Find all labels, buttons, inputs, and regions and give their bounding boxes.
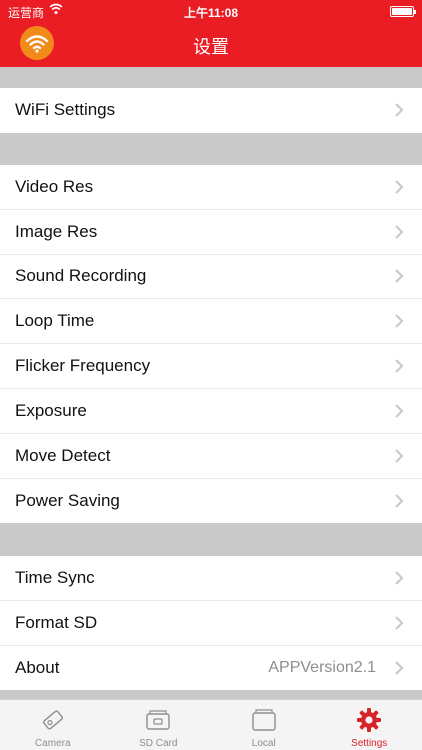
- chevron-right-icon: [395, 103, 404, 118]
- tab-camera[interactable]: Camera: [0, 700, 106, 750]
- chevron-right-icon: [395, 224, 404, 239]
- settings-row-loop-time[interactable]: Loop Time: [0, 299, 422, 345]
- app-version-value: APPVersion2.1: [268, 658, 376, 676]
- settings-row-time-sync[interactable]: Time Sync: [0, 556, 422, 601]
- settings-row-power-saving[interactable]: Power Saving: [0, 479, 422, 524]
- row-label: Time Sync: [15, 567, 95, 587]
- wifi-settings-group: WiFi Settings: [0, 88, 422, 133]
- chevron-right-icon: [395, 269, 404, 284]
- row-label: Move Detect: [15, 445, 111, 465]
- row-label: Sound Recording: [15, 266, 147, 286]
- chevron-right-icon: [395, 448, 404, 463]
- row-label: Loop Time: [15, 311, 95, 331]
- chevron-right-icon: [395, 359, 404, 373]
- settings-row-sound-recording[interactable]: Sound Recording: [0, 255, 422, 300]
- section-spacer: [0, 67, 422, 88]
- page-title: 设置: [193, 37, 229, 57]
- status-bar: 运营商 上午11:08: [0, 0, 422, 22]
- section-spacer: [0, 524, 422, 556]
- sd-card-icon: [143, 707, 173, 733]
- tab-label: SD Card: [139, 738, 178, 749]
- local-folder-icon: [249, 707, 279, 733]
- row-label: WiFi Settings: [15, 100, 116, 120]
- row-label: Image Res: [15, 221, 98, 241]
- settings-row-video-res[interactable]: Video Res: [0, 165, 422, 210]
- chevron-right-icon: [395, 615, 404, 630]
- tab-label: Local: [251, 738, 276, 749]
- settings-row-exposure[interactable]: Exposure: [0, 389, 422, 434]
- tab-bar: Camera SD Card Local Settings: [0, 699, 422, 750]
- tab-local[interactable]: Local: [211, 700, 317, 750]
- system-settings-group: Time Sync Format SD About APPVersion2.1: [0, 556, 422, 691]
- status-time: 上午11:08: [183, 6, 239, 20]
- header: 运营商 上午11:08 设置: [0, 0, 422, 67]
- chevron-right-icon: [395, 404, 404, 418]
- row-label: Flicker Frequency: [15, 356, 151, 376]
- row-label: Video Res: [15, 176, 94, 196]
- section-spacer: [0, 133, 422, 165]
- camera-settings-group: Video Res Image Res Sound Recording Loop…: [0, 165, 422, 524]
- chevron-right-icon: [395, 314, 404, 328]
- tab-label: Camera: [34, 738, 71, 749]
- tab-sd-card[interactable]: SD Card: [106, 700, 212, 750]
- battery-icon: [390, 6, 416, 17]
- tab-label: Settings: [351, 738, 388, 749]
- gear-icon: [354, 707, 384, 733]
- settings-row-move-detect[interactable]: Move Detect: [0, 434, 422, 479]
- chevron-right-icon: [395, 661, 404, 675]
- row-label: Format SD: [15, 612, 98, 632]
- settings-row-about[interactable]: About APPVersion2.1: [0, 646, 422, 691]
- settings-row-wifi[interactable]: WiFi Settings: [0, 88, 422, 133]
- settings-row-format-sd[interactable]: Format SD: [0, 601, 422, 646]
- settings-row-flicker-frequency[interactable]: Flicker Frequency: [0, 344, 422, 389]
- settings-row-image-res[interactable]: Image Res: [0, 210, 422, 255]
- chevron-right-icon: [395, 571, 404, 585]
- row-label: Power Saving: [15, 490, 120, 510]
- chevron-right-icon: [395, 494, 404, 508]
- tab-settings[interactable]: Settings: [317, 700, 422, 750]
- chevron-right-icon: [395, 180, 404, 194]
- row-label: Exposure: [15, 400, 87, 420]
- row-label: About: [15, 657, 60, 677]
- camera-icon: [38, 707, 68, 733]
